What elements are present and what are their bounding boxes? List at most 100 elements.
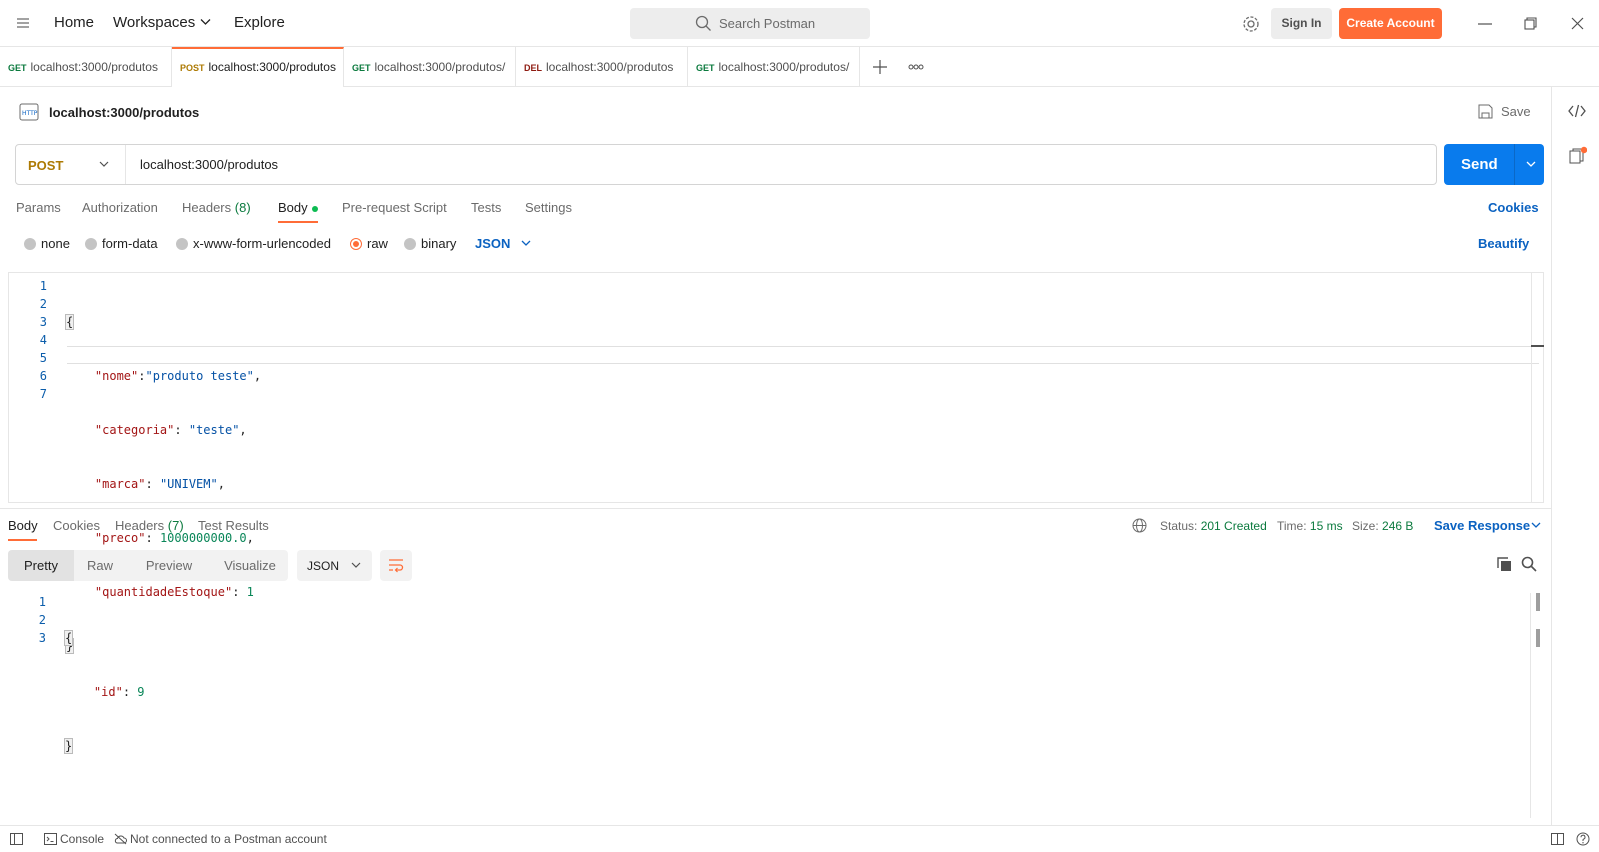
tab-tests[interactable]: Tests — [471, 200, 501, 215]
radio-none[interactable] — [24, 238, 36, 250]
console-icon[interactable] — [44, 833, 57, 845]
request-name[interactable]: localhost:3000/produtos — [49, 105, 199, 120]
tab-body[interactable]: Body — [278, 200, 308, 215]
time-readout[interactable]: Time: 15 ms — [1277, 519, 1343, 533]
json-key: "preco" — [94, 531, 146, 545]
new-tab-plus-icon[interactable] — [873, 60, 887, 74]
create-account-button[interactable]: Create Account — [1339, 8, 1442, 39]
tab-headers[interactable]: Headers (8) — [182, 200, 251, 215]
send-button[interactable]: Send — [1444, 144, 1544, 185]
time-label: Time: — [1277, 519, 1307, 533]
request-tab[interactable]: GET localhost:3000/produtos — [0, 47, 172, 87]
tab-url: localhost:3000/produtos/ — [718, 60, 850, 74]
code-brace: { — [63, 630, 74, 646]
radio-form-data[interactable] — [85, 238, 97, 250]
cookies-link[interactable]: Cookies — [1488, 200, 1539, 215]
minimize-icon[interactable] — [1478, 23, 1492, 25]
chevron-down-icon[interactable] — [1531, 522, 1541, 529]
radio-raw-label[interactable]: raw — [367, 236, 388, 251]
response-format-select[interactable]: JSON — [297, 550, 372, 581]
beautify-link[interactable]: Beautify — [1478, 236, 1529, 251]
method-select[interactable]: POST — [28, 158, 63, 173]
request-tab-active[interactable]: POST localhost:3000/produtos — [172, 47, 344, 87]
response-format-label: JSON — [307, 559, 340, 573]
response-view-toggle: Pretty Raw Preview Visualize — [8, 550, 288, 581]
editor-scrollbar-track[interactable] — [1531, 273, 1532, 502]
radio-urlencoded[interactable] — [176, 238, 188, 250]
code-snippet-icon[interactable] — [1568, 104, 1586, 118]
request-tab[interactable]: DEL localhost:3000/produtos — [516, 47, 688, 87]
chevron-down-icon[interactable] — [1526, 161, 1536, 168]
view-preview[interactable]: Preview — [138, 550, 200, 581]
tab-settings[interactable]: Settings — [525, 200, 572, 215]
radio-binary[interactable] — [404, 238, 416, 250]
request-tab[interactable]: GET localhost:3000/produtos/ — [688, 47, 860, 87]
tab-prerequest-script[interactable]: Pre-request Script — [342, 200, 447, 215]
status-readout[interactable]: Status: 201 Created — [1160, 519, 1267, 533]
help-icon[interactable] — [1576, 832, 1590, 846]
radio-binary-label[interactable]: binary — [421, 236, 456, 251]
wrap-lines-button[interactable] — [380, 550, 412, 581]
settings-gear-icon[interactable] — [1242, 15, 1260, 33]
right-sidebar-border — [1551, 87, 1552, 825]
headers-count: (8) — [234, 200, 251, 215]
response-divider[interactable] — [0, 508, 1551, 509]
save-label[interactable]: Save — [1501, 104, 1531, 119]
size-readout[interactable]: Size: 246 B — [1352, 519, 1413, 533]
search-placeholder: Search Postman — [719, 16, 816, 31]
nav-workspaces[interactable]: Workspaces — [113, 14, 195, 31]
radio-raw[interactable] — [350, 238, 362, 250]
copy-icon[interactable] — [1497, 557, 1512, 572]
search-icon — [695, 15, 712, 32]
http-request-icon: HTTP — [18, 101, 40, 123]
more-tabs-icon[interactable] — [908, 64, 924, 70]
documentation-icon[interactable] — [1569, 146, 1587, 166]
response-tab-test-results[interactable]: Test Results — [198, 518, 269, 533]
code-lines: { "id": 9 } — [63, 630, 145, 754]
sign-in-button[interactable]: Sign In — [1271, 8, 1332, 39]
tab-body-label: Body — [278, 200, 308, 215]
url-bar: POST localhost:3000/produtos — [15, 144, 1437, 185]
tab-authorization[interactable]: Authorization — [82, 200, 158, 215]
toggle-sidebar-icon[interactable] — [10, 833, 23, 845]
wrap-lines-icon — [388, 558, 404, 573]
view-raw[interactable]: Raw — [76, 550, 124, 581]
search-icon[interactable] — [1521, 556, 1537, 572]
response-body-viewer[interactable]: 123 { "id": 9 } — [8, 593, 1544, 818]
viewer-scroll-thumb[interactable] — [1536, 593, 1540, 611]
console-label[interactable]: Console — [60, 832, 104, 846]
url-input[interactable]: localhost:3000/produtos — [140, 157, 278, 172]
menu-icon[interactable] — [16, 16, 30, 30]
response-tab-cookies[interactable]: Cookies — [53, 518, 100, 533]
connection-status: Not connected to a Postman account — [130, 832, 327, 846]
radio-urlencoded-label[interactable]: x-www-form-urlencoded — [193, 236, 331, 251]
chevron-down-icon[interactable] — [200, 18, 211, 26]
radio-none-label[interactable]: none — [41, 236, 70, 251]
active-tab-underline — [278, 221, 318, 223]
restore-icon[interactable] — [1524, 17, 1537, 30]
body-format-select[interactable]: JSON — [475, 236, 510, 251]
tab-method: GET — [696, 63, 715, 73]
save-icon[interactable] — [1478, 104, 1493, 119]
globe-icon[interactable] — [1132, 518, 1147, 533]
nav-explore[interactable]: Explore — [234, 14, 285, 31]
view-pretty[interactable]: Pretty — [8, 550, 74, 581]
radio-form-data-label[interactable]: form-data — [102, 236, 158, 251]
two-pane-view-icon[interactable] — [1551, 833, 1564, 845]
search-bar[interactable]: Search Postman — [630, 8, 870, 39]
tab-params[interactable]: Params — [16, 200, 61, 215]
save-response-button[interactable]: Save Response — [1434, 518, 1530, 533]
response-tab-headers[interactable]: Headers (7) — [115, 518, 184, 533]
chevron-down-icon[interactable] — [99, 161, 109, 168]
chevron-down-icon[interactable] — [521, 240, 531, 247]
nav-home[interactable]: Home — [54, 14, 94, 31]
request-tab[interactable]: GET localhost:3000/produtos/ — [344, 47, 516, 87]
code-brace: { — [64, 314, 75, 330]
close-icon[interactable] — [1571, 17, 1584, 30]
request-body-editor[interactable]: 1234567 { "nome":"produto teste", "categ… — [8, 272, 1544, 654]
status-value: 201 Created — [1200, 519, 1267, 533]
divider — [125, 145, 126, 184]
response-tab-body[interactable]: Body — [8, 518, 38, 533]
view-visualize[interactable]: Visualize — [214, 550, 286, 581]
viewer-scrollbar-track[interactable] — [1530, 593, 1531, 818]
